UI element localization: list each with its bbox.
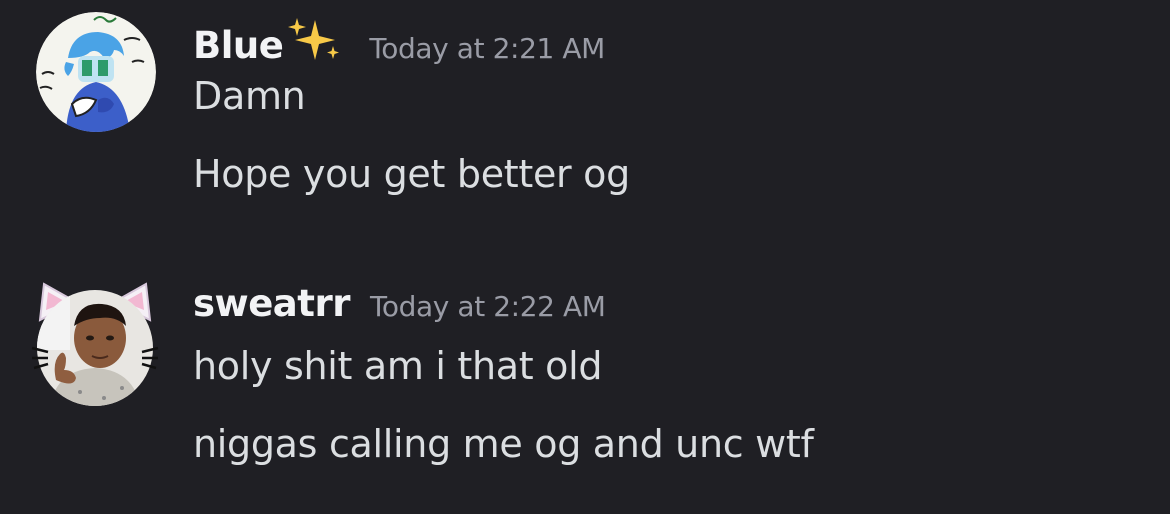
message-header: sweatrr Today at 2:22 AM (193, 282, 606, 325)
user-avatar[interactable] (36, 12, 156, 132)
message-text: niggas calling me og and unc wtf (193, 422, 814, 466)
message-header: Blue Today at 2:21 AM (193, 10, 605, 67)
message-text: holy shit am i that old (193, 344, 603, 388)
drawn-character-avatar-icon (36, 12, 156, 132)
message-timestamp: Today at 2:22 AM (369, 290, 606, 323)
sparkles-emoji-icon (285, 16, 343, 64)
user-avatar[interactable] (30, 280, 160, 410)
message-text: Damn (193, 74, 306, 118)
message-group: Blue Today at 2:21 AM Damn Hope you get … (0, 0, 1170, 230)
username[interactable]: sweatrr (193, 282, 350, 325)
message-timestamp: Today at 2:21 AM (369, 32, 605, 65)
message-text: Hope you get better og (193, 152, 630, 196)
message-group: sweatrr Today at 2:22 AM holy shit am i … (0, 268, 1170, 508)
chat-message-list: Blue Today at 2:21 AM Damn Hope you get … (0, 0, 1170, 514)
photo-avatar-with-cat-ears-icon (31, 282, 159, 406)
username[interactable]: Blue (193, 24, 284, 67)
